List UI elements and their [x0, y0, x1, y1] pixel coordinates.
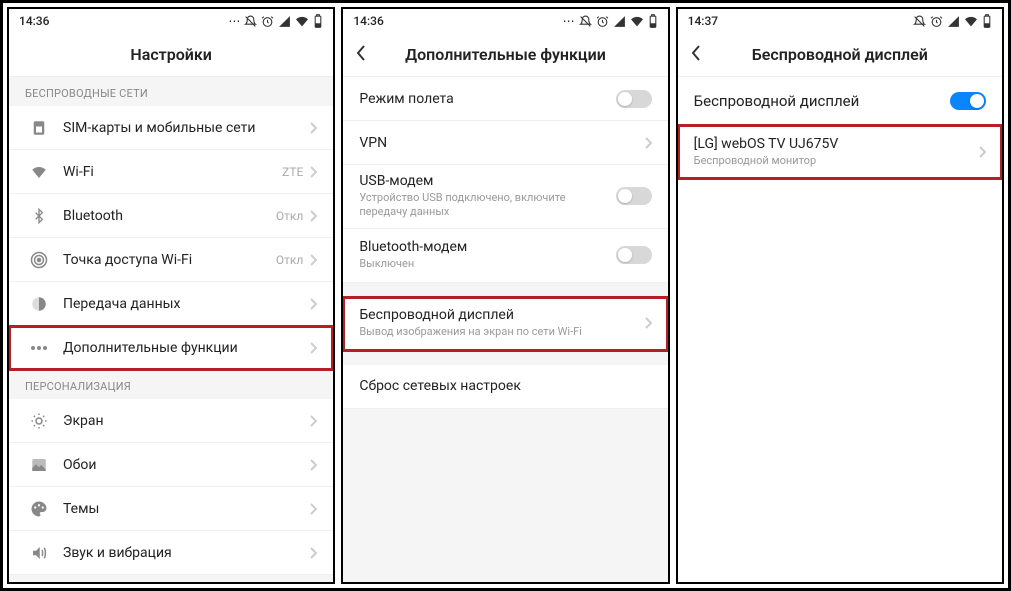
row-usb-modem[interactable]: USB-модем Устройство USB подключено, вкл… — [343, 165, 667, 229]
chevron-right-icon — [978, 146, 986, 158]
data-icon — [25, 295, 53, 313]
image-icon — [25, 456, 53, 474]
alarm-icon — [261, 15, 274, 28]
chevron-left-icon — [355, 44, 367, 62]
chevron-right-icon — [309, 459, 317, 471]
header: Беспроводной дисплей — [678, 33, 1002, 77]
airplane-toggle[interactable] — [616, 90, 652, 108]
chevron-right-icon — [309, 547, 317, 559]
row-hotspot[interactable]: Точка доступа Wi-Fi Откл — [9, 238, 333, 282]
row-vpn[interactable]: VPN — [343, 121, 667, 165]
chevron-right-icon — [309, 166, 317, 178]
wifi-row-icon — [25, 163, 53, 181]
row-bluetooth[interactable]: Bluetooth Откл — [9, 194, 333, 238]
chevron-right-icon — [644, 317, 652, 329]
sim-icon — [25, 119, 53, 137]
alarm-icon — [930, 15, 943, 28]
cast-list[interactable]: Беспроводной дисплей [LG] webOS TV UJ675… — [678, 77, 1002, 582]
status-icons: ⋯ — [563, 14, 658, 28]
sound-icon — [25, 544, 53, 562]
row-wireless-display[interactable]: Беспроводной дисплей Вывод изображения н… — [343, 297, 667, 351]
section-system-label: СИСТЕМА И УСТРОЙСТВО — [9, 575, 333, 582]
page-title: Дополнительные функции — [405, 45, 606, 64]
row-reset-network[interactable]: Сброс сетевых настроек — [343, 365, 667, 409]
hotspot-status: Откл — [276, 253, 303, 267]
bell-off-icon — [913, 15, 926, 28]
status-bar: 14:36 ⋯ — [343, 9, 667, 33]
hotspot-icon — [25, 251, 53, 269]
row-display[interactable]: Экран — [9, 399, 333, 443]
alarm-icon — [596, 15, 609, 28]
row-more-functions[interactable]: Дополнительные функции — [9, 326, 333, 370]
battery-icon — [313, 14, 323, 28]
row-cast-toggle[interactable]: Беспроводной дисплей — [678, 77, 1002, 125]
status-bar: 14:36 ⋯ — [9, 9, 333, 33]
more-dots-icon: ⋯ — [228, 14, 240, 28]
wifi-status: ZTE — [282, 165, 303, 179]
brightness-icon — [25, 412, 53, 430]
wifi-icon — [630, 15, 644, 28]
back-button[interactable] — [355, 44, 367, 66]
battery-icon — [648, 14, 658, 28]
chevron-right-icon — [644, 137, 652, 149]
status-icons: ⋯ — [228, 14, 323, 28]
back-button[interactable] — [690, 44, 702, 66]
row-sim-cards[interactable]: SIM-карты и мобильные сети — [9, 106, 333, 150]
row-bt-modem[interactable]: Bluetooth-модем Выключен — [343, 229, 667, 283]
more-list[interactable]: Режим полета VPN USB-модем Устройство US… — [343, 77, 667, 582]
status-bar: 14:37 — [678, 9, 1002, 33]
row-sound[interactable]: Звук и вибрация — [9, 531, 333, 575]
more-icon — [25, 345, 53, 351]
bluetooth-icon — [25, 207, 53, 225]
status-icons — [913, 14, 992, 28]
status-time: 14:37 — [688, 14, 718, 28]
page-title: Беспроводной дисплей — [752, 45, 928, 64]
signal-icon — [278, 15, 291, 28]
wifi-icon — [295, 15, 309, 28]
chevron-right-icon — [309, 503, 317, 515]
status-time: 14:36 — [19, 14, 49, 28]
chevron-right-icon — [309, 210, 317, 222]
phone-screen-wireless-display: 14:37 Беспроводной дисплей Беспроводной … — [676, 7, 1004, 584]
wifi-icon — [964, 15, 978, 28]
header: Дополнительные функции — [343, 33, 667, 77]
chevron-right-icon — [309, 342, 317, 354]
signal-icon — [613, 15, 626, 28]
palette-icon — [25, 500, 53, 518]
chevron-left-icon — [690, 44, 702, 62]
usb-toggle[interactable] — [616, 187, 652, 205]
section-wireless-label: БЕСПРОВОДНЫЕ СЕТИ — [9, 77, 333, 106]
section-personalization-label: ПЕРСОНАЛИЗАЦИЯ — [9, 370, 333, 399]
row-data-usage[interactable]: Передача данных — [9, 282, 333, 326]
phone-screen-settings: 14:36 ⋯ Настройки БЕСПРОВОДНЫЕ СЕТИ SIM-… — [7, 7, 335, 584]
row-device-lg-tv[interactable]: [LG] webOS TV UJ675V Беспроводной монито… — [678, 125, 1002, 179]
cast-toggle[interactable] — [950, 92, 986, 110]
more-dots-icon: ⋯ — [563, 14, 575, 28]
spacer — [343, 283, 667, 297]
row-wifi[interactable]: Wi-Fi ZTE — [9, 150, 333, 194]
bt-modem-toggle[interactable] — [616, 246, 652, 264]
row-themes[interactable]: Темы — [9, 487, 333, 531]
battery-icon — [982, 14, 992, 28]
chevron-right-icon — [309, 122, 317, 134]
page-title: Настройки — [130, 45, 212, 64]
chevron-right-icon — [309, 254, 317, 266]
bell-off-icon — [579, 15, 592, 28]
settings-list[interactable]: БЕСПРОВОДНЫЕ СЕТИ SIM-карты и мобильные … — [9, 77, 333, 582]
chevron-right-icon — [309, 415, 317, 427]
chevron-right-icon — [309, 298, 317, 310]
signal-icon — [947, 15, 960, 28]
header: Настройки — [9, 33, 333, 77]
row-wallpaper[interactable]: Обои — [9, 443, 333, 487]
phone-screen-more-functions: 14:36 ⋯ Дополнительные функции Режим пол… — [341, 7, 669, 584]
status-time: 14:36 — [353, 14, 383, 28]
bt-status: Откл — [276, 209, 303, 223]
row-airplane-mode[interactable]: Режим полета — [343, 77, 667, 121]
spacer — [343, 351, 667, 365]
bell-off-icon — [244, 15, 257, 28]
